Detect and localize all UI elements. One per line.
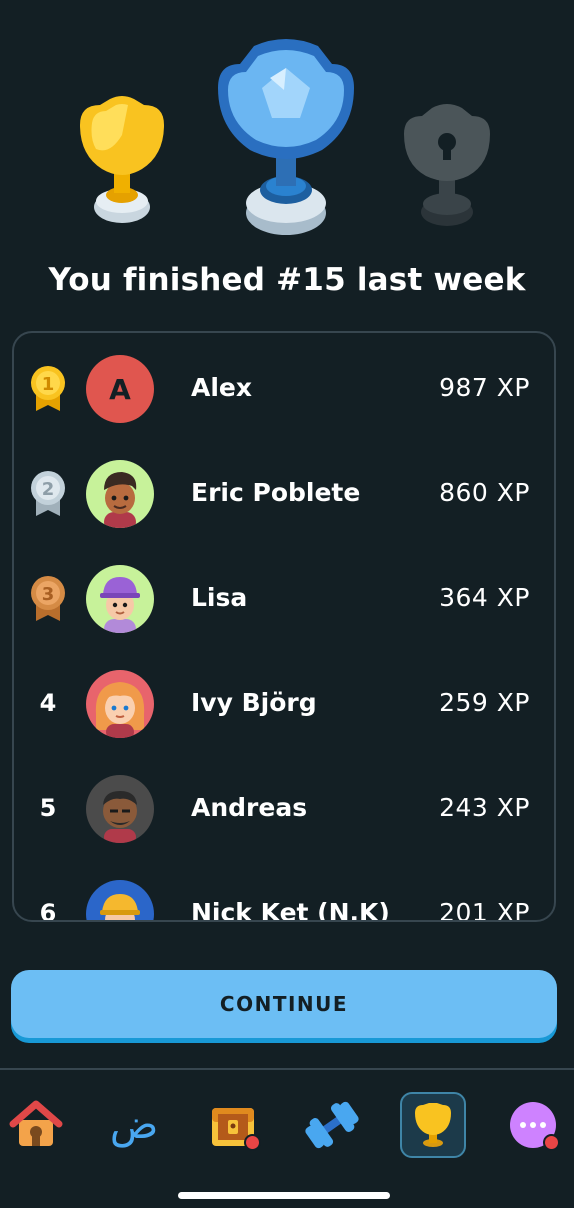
diamond-trophy-icon [218,39,354,235]
notification-dot [543,1134,560,1151]
continue-button[interactable]: CONTINUE [11,970,557,1038]
user-xp: 364 XP [439,583,530,612]
gold-trophy-icon [80,96,164,223]
tab-leaderboard[interactable] [400,1092,466,1158]
user-name: Alex [191,373,252,402]
avatar [86,775,154,843]
leaderboard-row[interactable]: 1 A Alex 987 XP [14,335,554,440]
avatar [86,880,154,920]
tab-home[interactable] [8,1096,64,1154]
home-icon [9,1100,63,1146]
gold-medal-icon: 1 [28,363,68,413]
user-xp: 860 XP [439,478,530,507]
user-name: Nick Ket (N.K) [191,898,390,922]
locked-trophy-icon [404,104,490,226]
leaderboard-row[interactable]: 3 Lisa 364 XP [14,545,554,650]
user-xp: 987 XP [439,373,530,402]
letters-icon: ض [109,1102,159,1148]
dumbbell-icon [305,1101,359,1149]
leaderboard-row[interactable]: 4 Ivy Björg 259 XP [14,650,554,755]
tab-more[interactable] [505,1096,561,1154]
svg-text:1: 1 [42,374,55,395]
leaderboard-row[interactable]: 2 Eric Poblete 860 XP [14,440,554,545]
svg-text:3: 3 [42,584,55,605]
tab-practice[interactable] [304,1096,360,1154]
notification-dot [244,1134,261,1151]
trophy-icon [415,1103,451,1147]
user-xp: 243 XP [439,793,530,822]
home-indicator [178,1192,390,1199]
bronze-medal-icon: 3 [28,573,68,623]
user-xp: 201 XP [439,898,530,922]
user-name: Andreas [191,793,308,822]
leaderboard-card[interactable]: 1 A Alex 987 XP 2 Eric Poblete 860 XP 3 … [12,331,556,922]
rank-number: 6 [39,899,57,922]
page-title: You finished #15 last week [48,262,526,298]
user-name: Eric Poblete [191,478,361,507]
tab-bar-divider [0,1068,574,1070]
tab-letters[interactable]: ض [106,1096,162,1154]
avatar [86,670,154,738]
leaderboard-row[interactable]: 6 Nick Ket (N.K) 201 XP [14,860,554,922]
avatar: A [86,355,154,423]
rank-number: 4 [39,689,57,717]
trophy-row [0,30,574,250]
user-name: Lisa [191,583,248,612]
leaderboard-row[interactable]: 5 Andreas 243 XP [14,755,554,860]
user-xp: 259 XP [439,688,530,717]
rank-number: 5 [39,794,57,822]
avatar [86,565,154,633]
silver-medal-icon: 2 [28,468,68,518]
tab-quests[interactable] [206,1096,262,1154]
user-name: Ivy Björg [191,688,317,717]
svg-text:2: 2 [42,479,55,500]
avatar [86,460,154,528]
